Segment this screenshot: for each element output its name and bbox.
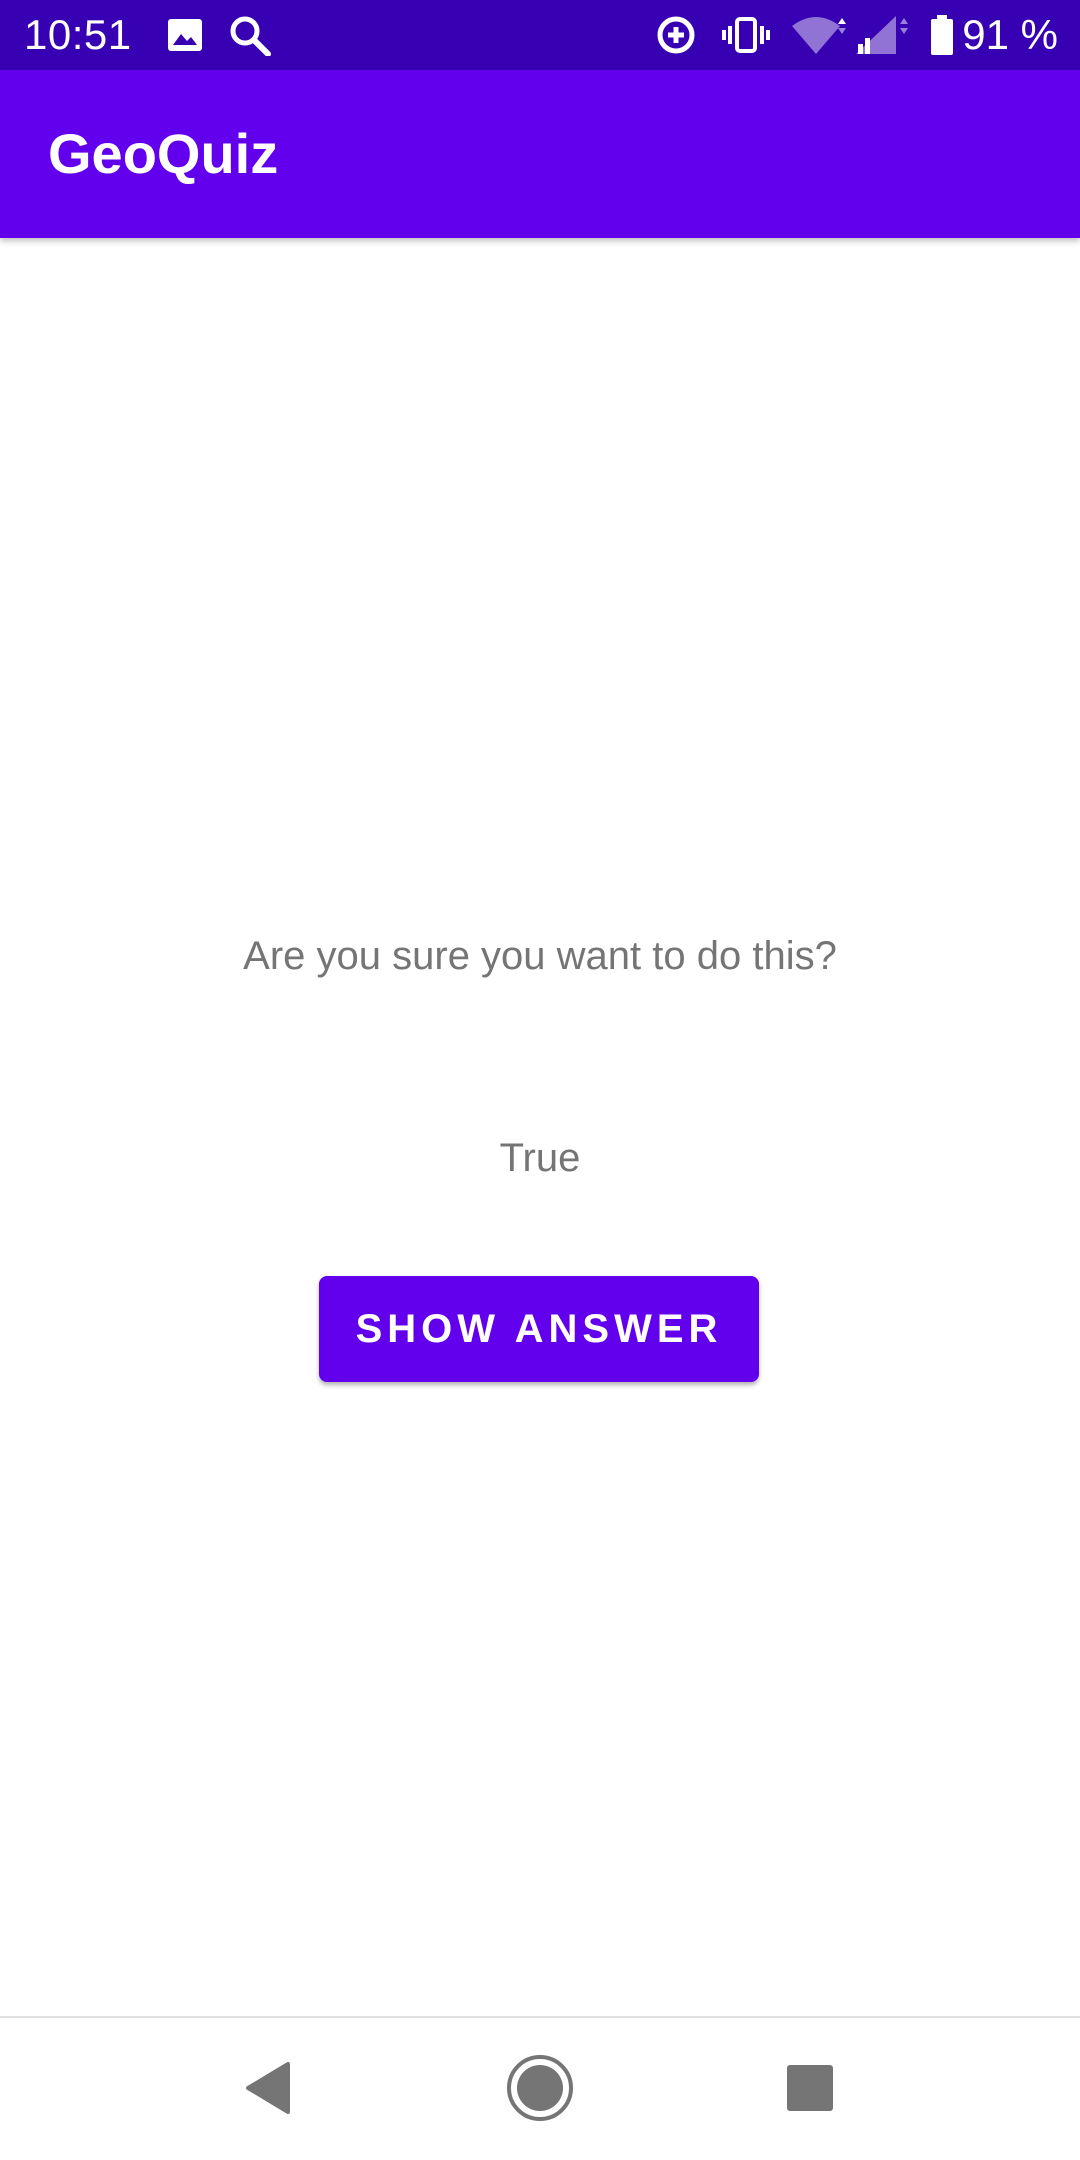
image-icon xyxy=(166,14,204,56)
status-time: 10:51 xyxy=(24,11,132,58)
screen: 10:51 91 % GeoQuiz Are you sure you want… xyxy=(0,0,1080,2160)
data-saver-icon xyxy=(654,14,698,56)
battery-icon xyxy=(928,14,956,56)
answer-text: True xyxy=(499,1136,581,1180)
navigation-bar xyxy=(0,2016,1080,2160)
cell-signal-icon xyxy=(854,14,910,56)
app-bar: GeoQuiz xyxy=(0,70,1080,238)
recents-button[interactable] xyxy=(730,2018,890,2160)
home-button[interactable] xyxy=(460,2018,620,2160)
back-icon xyxy=(244,2060,292,2121)
status-bar: 10:51 91 % xyxy=(0,0,1080,70)
home-icon xyxy=(504,2052,576,2129)
show-answer-button[interactable]: SHOW ANSWER xyxy=(319,1276,759,1382)
app-title: GeoQuiz xyxy=(48,122,279,185)
back-button[interactable] xyxy=(188,2018,348,2160)
vibrate-icon xyxy=(722,14,770,56)
recents-icon xyxy=(784,2062,836,2119)
wifi-icon xyxy=(790,14,850,56)
search-icon xyxy=(228,14,272,57)
battery-percent: 91 % xyxy=(962,11,1058,58)
warning-text: Are you sure you want to do this? xyxy=(243,934,837,978)
